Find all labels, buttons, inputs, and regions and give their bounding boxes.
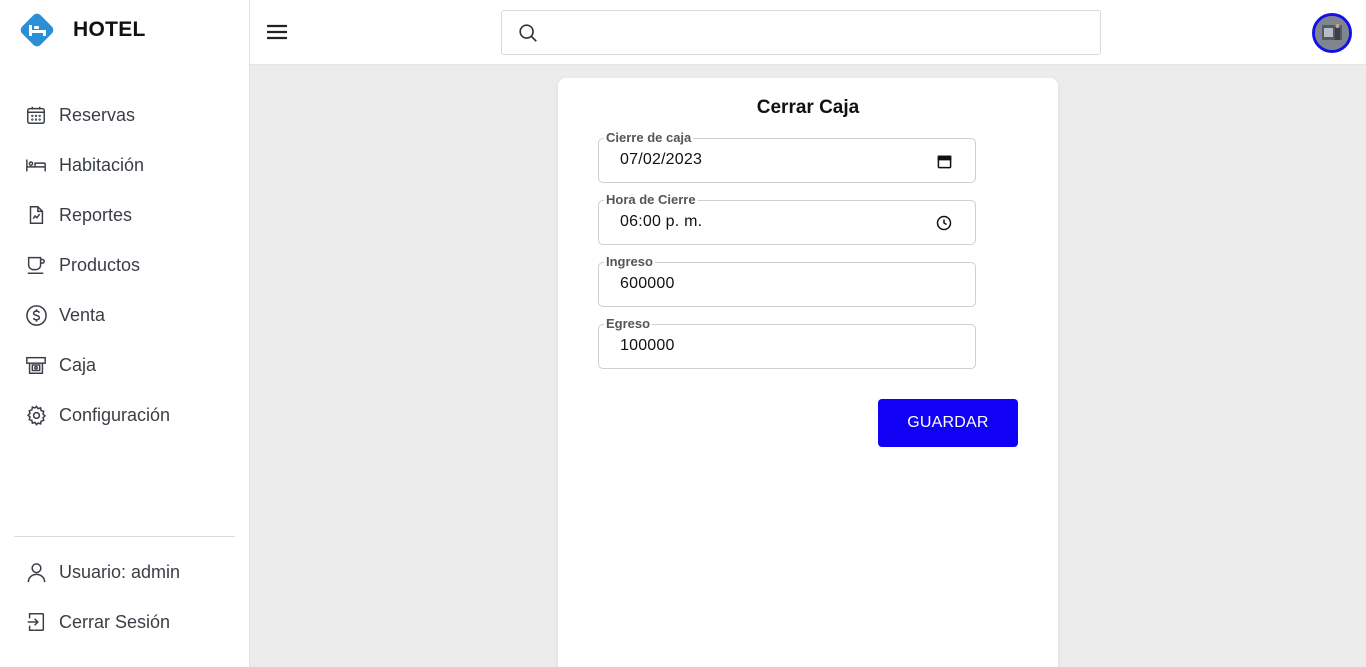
hamburger-menu-icon[interactable]: [264, 19, 290, 45]
sidebar-item-label: Reportes: [59, 204, 133, 225]
expense-value[interactable]: 100000: [620, 337, 675, 355]
user-menu-item[interactable]: Usuario: admin: [0, 547, 249, 597]
user-icon: [24, 560, 48, 584]
form-title: Cerrar Caja: [756, 97, 860, 118]
search-icon[interactable]: [516, 21, 540, 45]
sidebar-item-habitacion[interactable]: Habitación: [0, 140, 249, 190]
field-label: Egreso: [604, 316, 653, 331]
calendar-icon: [24, 103, 48, 127]
close-register-card: Cerrar Caja Cierre de caja 07/02/2023 Ho…: [558, 78, 1058, 667]
sidebar-item-caja[interactable]: Caja: [0, 340, 249, 390]
clock-icon[interactable]: [935, 214, 953, 232]
sidebar-item-reportes[interactable]: Reportes: [0, 190, 249, 240]
field-label: Ingreso: [604, 254, 655, 269]
closing-time-value[interactable]: 06:00 p. m.: [620, 213, 702, 231]
top-header: [250, 0, 1366, 65]
report-icon: [24, 203, 48, 227]
sidebar-item-reservas[interactable]: Reservas: [0, 90, 249, 140]
search-bar: [501, 10, 1101, 55]
sidebar-item-configuracion[interactable]: Configuración: [0, 390, 249, 440]
sidebar-item-label: Reservas: [59, 104, 136, 125]
sidebar: HOTEL Reservas Habitación Reportes Produ…: [0, 0, 250, 667]
cash-register-icon: [24, 353, 48, 377]
bed-icon: [24, 153, 48, 177]
logout-button[interactable]: Cerrar Sesión: [0, 597, 249, 647]
income-value[interactable]: 600000: [620, 275, 675, 293]
sidebar-item-venta[interactable]: Venta: [0, 290, 249, 340]
sidebar-item-label: Productos: [59, 254, 141, 275]
sidebar-nav: Reservas Habitación Reportes Productos V…: [0, 90, 249, 440]
closing-date-field[interactable]: Cierre de caja 07/02/2023: [598, 131, 976, 183]
income-field[interactable]: Ingreso 600000: [598, 255, 976, 307]
sidebar-divider: [14, 536, 235, 537]
sidebar-item-productos[interactable]: Productos: [0, 240, 249, 290]
gear-icon: [24, 403, 48, 427]
sidebar-footer: Usuario: admin Cerrar Sesión: [0, 547, 249, 647]
sidebar-item-label: Habitación: [59, 154, 145, 175]
user-label: Usuario: admin: [59, 561, 181, 582]
logout-icon: [24, 610, 48, 634]
hotel-logo-icon: [18, 11, 56, 49]
closing-time-field[interactable]: Hora de Cierre 06:00 p. m.: [598, 193, 976, 245]
expense-field[interactable]: Egreso 100000: [598, 317, 976, 369]
cup-icon: [24, 253, 48, 277]
avatar[interactable]: [1312, 13, 1352, 53]
field-label: Hora de Cierre: [604, 192, 698, 207]
save-button[interactable]: GUARDAR: [878, 399, 1018, 447]
brand[interactable]: HOTEL: [18, 12, 146, 48]
field-label: Cierre de caja: [604, 130, 694, 145]
sidebar-item-label: Venta: [59, 304, 106, 325]
logout-label: Cerrar Sesión: [59, 611, 171, 632]
brand-title: HOTEL: [73, 18, 146, 41]
calendar-picker-icon[interactable]: [935, 152, 953, 170]
search-input[interactable]: [548, 12, 1100, 53]
sidebar-item-label: Configuración: [59, 404, 171, 425]
dollar-circle-icon: [24, 303, 48, 327]
sidebar-item-label: Caja: [59, 354, 97, 375]
closing-date-value[interactable]: 07/02/2023: [620, 151, 702, 169]
